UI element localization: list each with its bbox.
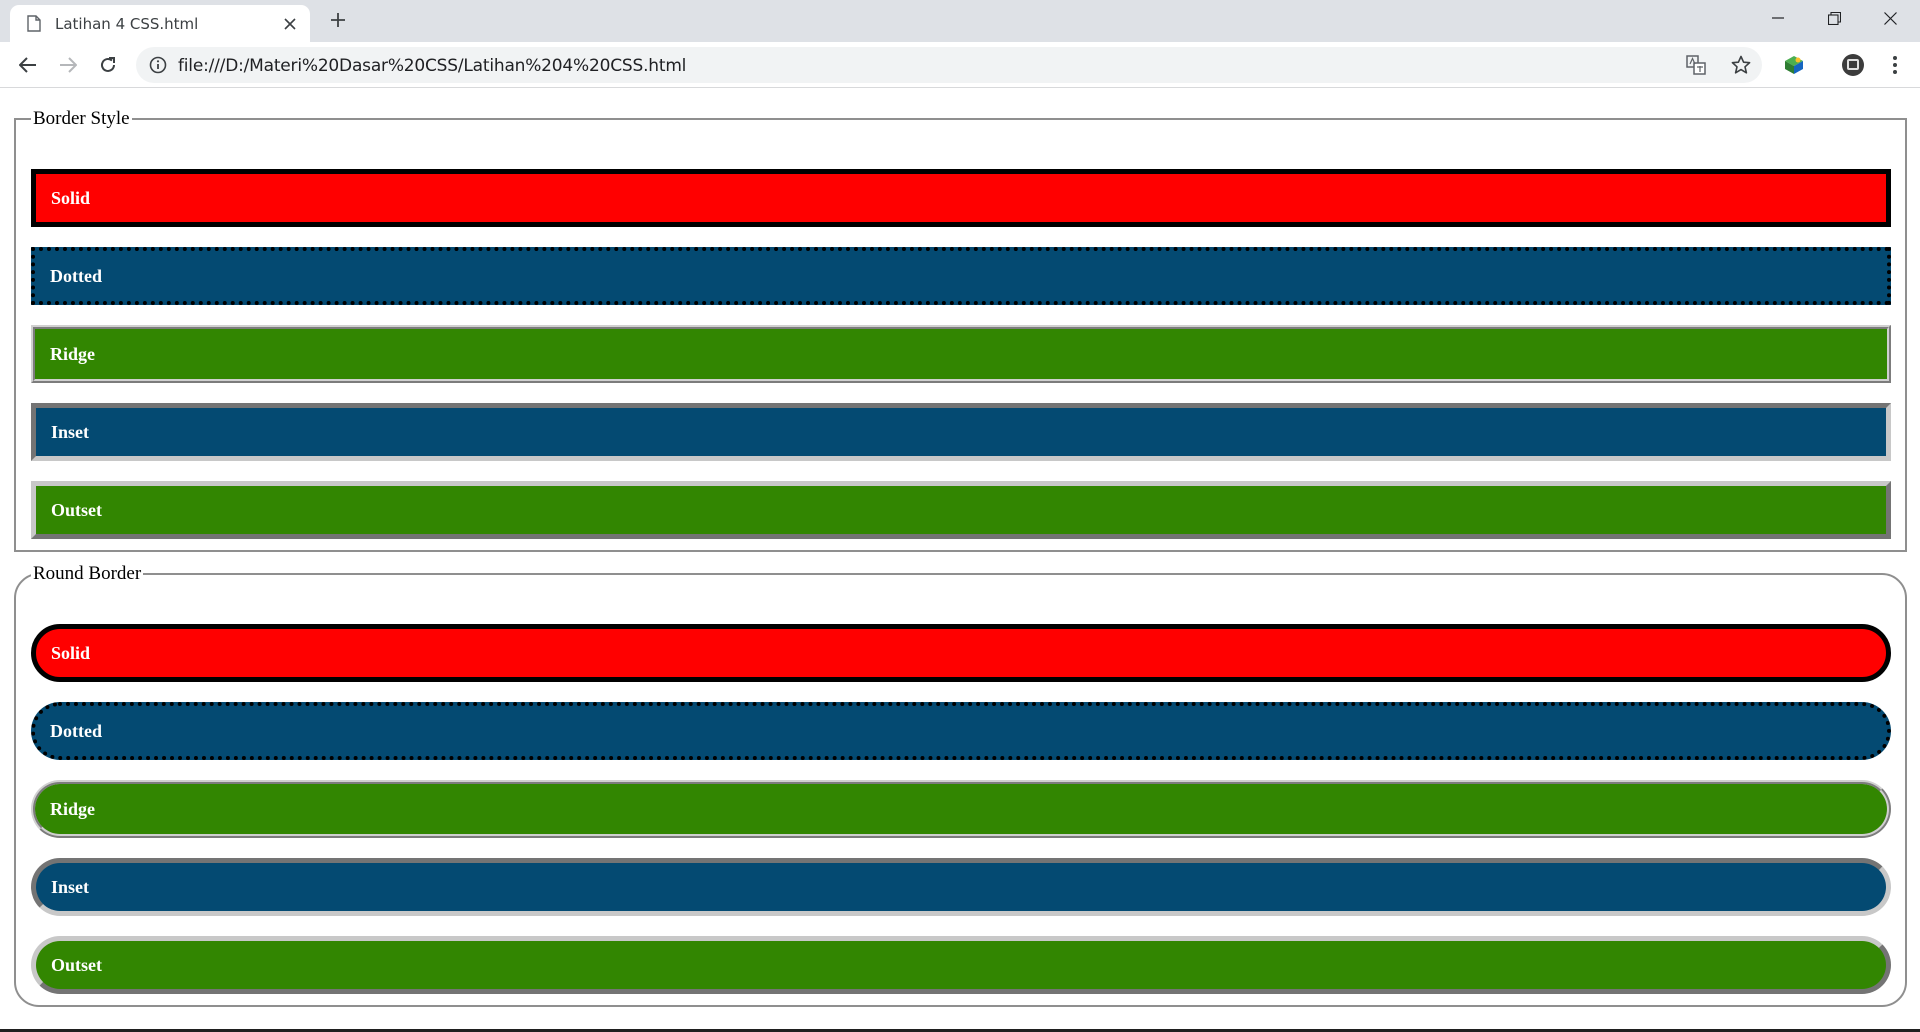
box-label: Ridge (50, 798, 95, 819)
round-border-legend: Round Border (33, 563, 142, 584)
inset-box: Inset (31, 403, 1891, 461)
rounded-ridge-box: Ridge (31, 780, 1891, 838)
border-style-fieldset: Border Style Solid Dotted Ridge Inset Ou… (14, 109, 1907, 552)
page-content: Border Style Solid Dotted Ridge Inset Ou… (0, 89, 1920, 1032)
url-text[interactable]: file:///D:/Materi%20Dasar%20CSS/Latihan%… (178, 56, 686, 76)
box-label: Inset (51, 421, 90, 442)
file-icon (27, 15, 41, 32)
back-arrow-icon[interactable] (12, 49, 44, 81)
box-label: Dotted (50, 265, 102, 286)
ridge-box: Ridge (31, 325, 1891, 383)
rounded-outset-box: Outset (31, 936, 1891, 994)
browser-toolbar: file:///D:/Materi%20Dasar%20CSS/Latihan%… (0, 42, 1920, 88)
box-label: Ridge (50, 343, 95, 364)
border-style-legend: Border Style (33, 108, 130, 129)
info-icon[interactable] (149, 56, 167, 74)
box-label: Dotted (50, 720, 102, 741)
minimize-icon[interactable] (1750, 0, 1806, 36)
outset-box: Outset (31, 481, 1891, 539)
rounded-inset-box: Inset (31, 858, 1891, 916)
profile-avatar-icon[interactable] (1839, 51, 1867, 79)
box-label: Inset (51, 876, 90, 897)
box-label: Solid (51, 642, 91, 663)
bookmark-star-icon[interactable] (1730, 54, 1752, 76)
tab-title: Latihan 4 CSS.html (55, 15, 199, 33)
dotted-box: Dotted (31, 247, 1891, 305)
forward-arrow-icon[interactable] (52, 49, 84, 81)
box-label: Outset (51, 499, 102, 520)
menu-dots-icon[interactable] (1881, 51, 1909, 79)
restore-icon[interactable] (1806, 0, 1862, 36)
new-tab-icon[interactable] (326, 8, 350, 32)
browser-tab[interactable]: Latihan 4 CSS.html (10, 5, 310, 42)
solid-box: Solid (31, 169, 1891, 227)
translate-icon[interactable] (1685, 54, 1707, 76)
close-tab-icon[interactable] (280, 14, 300, 34)
round-border-fieldset: Round Border Solid Dotted Ridge Inset Ou… (14, 564, 1907, 1007)
reload-icon[interactable] (92, 49, 124, 81)
close-window-icon[interactable] (1862, 0, 1918, 36)
tab-strip: Latihan 4 CSS.html (0, 0, 1920, 42)
rounded-solid-box: Solid (31, 624, 1891, 682)
address-bar[interactable]: file:///D:/Materi%20Dasar%20CSS/Latihan%… (136, 47, 1762, 83)
rounded-dotted-box: Dotted (31, 702, 1891, 760)
box-label: Outset (51, 954, 102, 975)
box-label: Solid (51, 187, 91, 208)
extension-icon[interactable] (1780, 51, 1808, 79)
